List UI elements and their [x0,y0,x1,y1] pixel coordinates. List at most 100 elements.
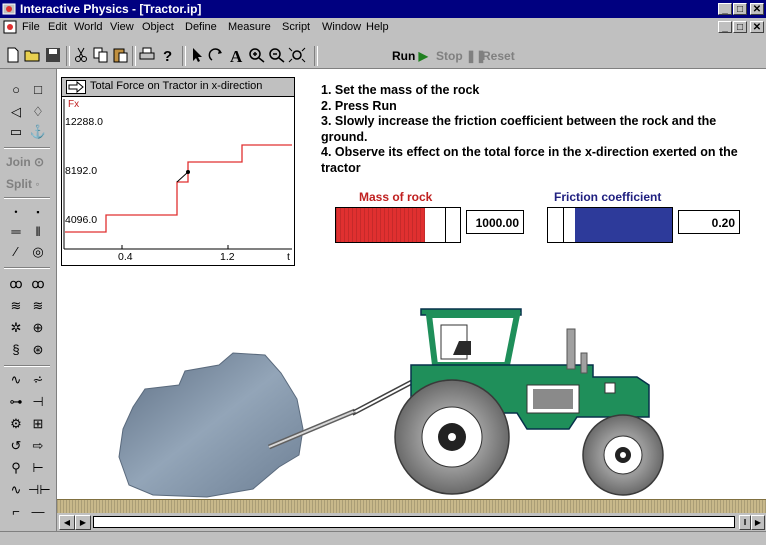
status-bar [0,531,766,545]
menu-define[interactable]: Define [185,21,217,33]
motor-joint-icon[interactable]: ⊕ [28,319,48,337]
scroll-step-icon[interactable]: ‖ [739,515,751,530]
mass-slider-fill [336,208,426,242]
zoom-out-icon[interactable] [268,47,286,63]
slot-horizontal-icon[interactable]: ═ [6,223,26,241]
instructions: 1. Set the mass of the rock 2. Press Run… [321,83,761,176]
workspace[interactable]: Total Force on Tractor in x-direction Fx… [57,69,766,499]
instruction-2: 2. Press Run [321,98,397,113]
instruction-3: 3. Slowly increase the friction coeffici… [321,114,717,144]
menu-window[interactable]: Window [322,21,361,33]
gear-icon[interactable]: ⚙ [6,415,26,433]
menu-view[interactable]: View [110,21,134,33]
title-bar: Interactive Physics - [Tractor.ip] _ □ ✕ [0,0,766,18]
instruction-4: 4. Observe its effect on the total force… [321,145,738,175]
force-icon[interactable]: ⇨ [28,437,48,455]
damper-icon[interactable]: ⩫ [28,371,48,389]
square-point-icon[interactable]: ▪ [28,203,48,221]
open-icon[interactable] [24,47,42,63]
tape-player-track[interactable] [93,516,735,528]
menu-edit[interactable]: Edit [48,21,67,33]
menu-script[interactable]: Script [282,21,310,33]
help-icon[interactable]: ? [158,47,176,63]
document-icon[interactable] [3,20,17,34]
print-icon[interactable] [138,47,156,63]
split-button[interactable]: Split ◦ [6,177,40,191]
square-tool-icon[interactable]: ▭ [6,123,26,141]
menu-measure[interactable]: Measure [228,21,271,33]
curved-tool-icon[interactable]: ♢ [28,103,48,121]
friction-value[interactable]: 0.20 [678,210,740,234]
friction-slider[interactable] [547,207,673,243]
reset-button[interactable]: Reset [482,49,515,63]
torque-icon[interactable]: ↺ [6,437,26,455]
run-button[interactable]: Run ▶ [392,49,428,63]
gear-joint-icon[interactable]: ✲ [6,319,26,337]
line-icon[interactable]: — [28,503,48,521]
zoom-in-icon[interactable] [248,47,266,63]
menu-file[interactable]: File [22,21,40,33]
horizontal-scrollbar[interactable]: ◀ ▶ ‖ ▶ [57,513,766,531]
menu-world[interactable]: World [74,21,103,33]
damper-joint-icon[interactable]: ≋ [28,297,48,315]
spring-joint-icon[interactable]: ≋ [6,297,26,315]
menu-help[interactable]: Help [366,21,389,33]
mass-label: Mass of rock [359,190,433,204]
curved-slot-icon[interactable]: ⁄ [6,243,26,261]
rotational-spring-icon[interactable]: § [6,341,26,359]
app-icon [2,3,16,15]
wave-icon[interactable]: ∿ [6,481,26,499]
doc-maximize-button[interactable]: □ [733,21,747,33]
fit-icon[interactable] [288,47,306,63]
svg-text:?: ? [163,48,172,63]
person-icon[interactable]: ⚲ [6,459,26,477]
save-icon[interactable] [44,47,62,63]
rope-icon[interactable]: ꝏ [6,275,26,293]
new-icon[interactable] [4,47,22,63]
slot-vertical-icon[interactable]: ‖ [28,223,48,241]
rectangle-tool-icon[interactable]: □ [28,81,48,99]
graph-title: Total Force on Tractor in x-direction [90,80,263,92]
rock [118,352,304,498]
polygon-tool-icon[interactable]: ◁ [6,103,26,121]
doc-minimize-button[interactable]: _ [718,21,732,33]
copy-icon[interactable] [92,47,110,63]
friction-slider-thumb[interactable] [563,208,565,242]
text-icon[interactable]: A [228,47,246,63]
instruction-1: 1. Set the mass of the rock [321,83,480,97]
scroll-play-icon[interactable]: ▶ [75,515,91,530]
mass-slider[interactable] [335,207,461,243]
target-icon[interactable]: ◎ [28,243,48,261]
separator-icon[interactable]: ⊣⊢ [28,481,51,499]
cut-icon[interactable] [72,47,90,63]
mass-slider-thumb[interactable] [445,208,447,242]
friction-slider-fill [575,208,672,242]
minimize-button[interactable]: _ [718,3,732,15]
anchor-icon[interactable]: ⚓ [28,123,48,141]
maximize-button[interactable]: □ [733,3,747,15]
graph-window[interactable]: Total Force on Tractor in x-direction Fx… [61,77,295,266]
close-button[interactable]: ✕ [750,3,764,15]
doc-close-button[interactable]: ✕ [750,21,764,33]
menu-object[interactable]: Object [142,21,174,33]
point-icon[interactable]: • [6,203,26,221]
mass-value[interactable]: 1000.00 [466,210,524,234]
rotational-damper-icon[interactable]: ⊛ [28,341,48,359]
join-button[interactable]: Join ⊙ [6,155,44,169]
actuator-icon[interactable]: ⊣ [28,393,48,411]
spring-icon[interactable]: ∿ [6,371,26,389]
rod-icon[interactable]: ⊢ [28,459,48,477]
paste-icon[interactable] [112,47,130,63]
arrow-icon[interactable] [188,47,206,63]
pulley-icon[interactable]: ꝏ [28,275,48,293]
pin-icon[interactable]: ⌐ [6,503,26,521]
stop-button[interactable]: Stop ❚❚ [436,49,486,63]
motor-icon[interactable]: ⊞ [28,415,48,433]
circle-tool-icon[interactable]: ○ [6,81,26,99]
simulation-scene [118,308,664,498]
rotate-icon[interactable] [208,47,226,63]
spring-damper-icon[interactable]: ⊶ [6,393,26,411]
scroll-end-icon[interactable]: ▶ [751,515,765,530]
scroll-left-icon[interactable]: ◀ [59,515,75,530]
arrow-right-icon[interactable] [66,80,86,94]
